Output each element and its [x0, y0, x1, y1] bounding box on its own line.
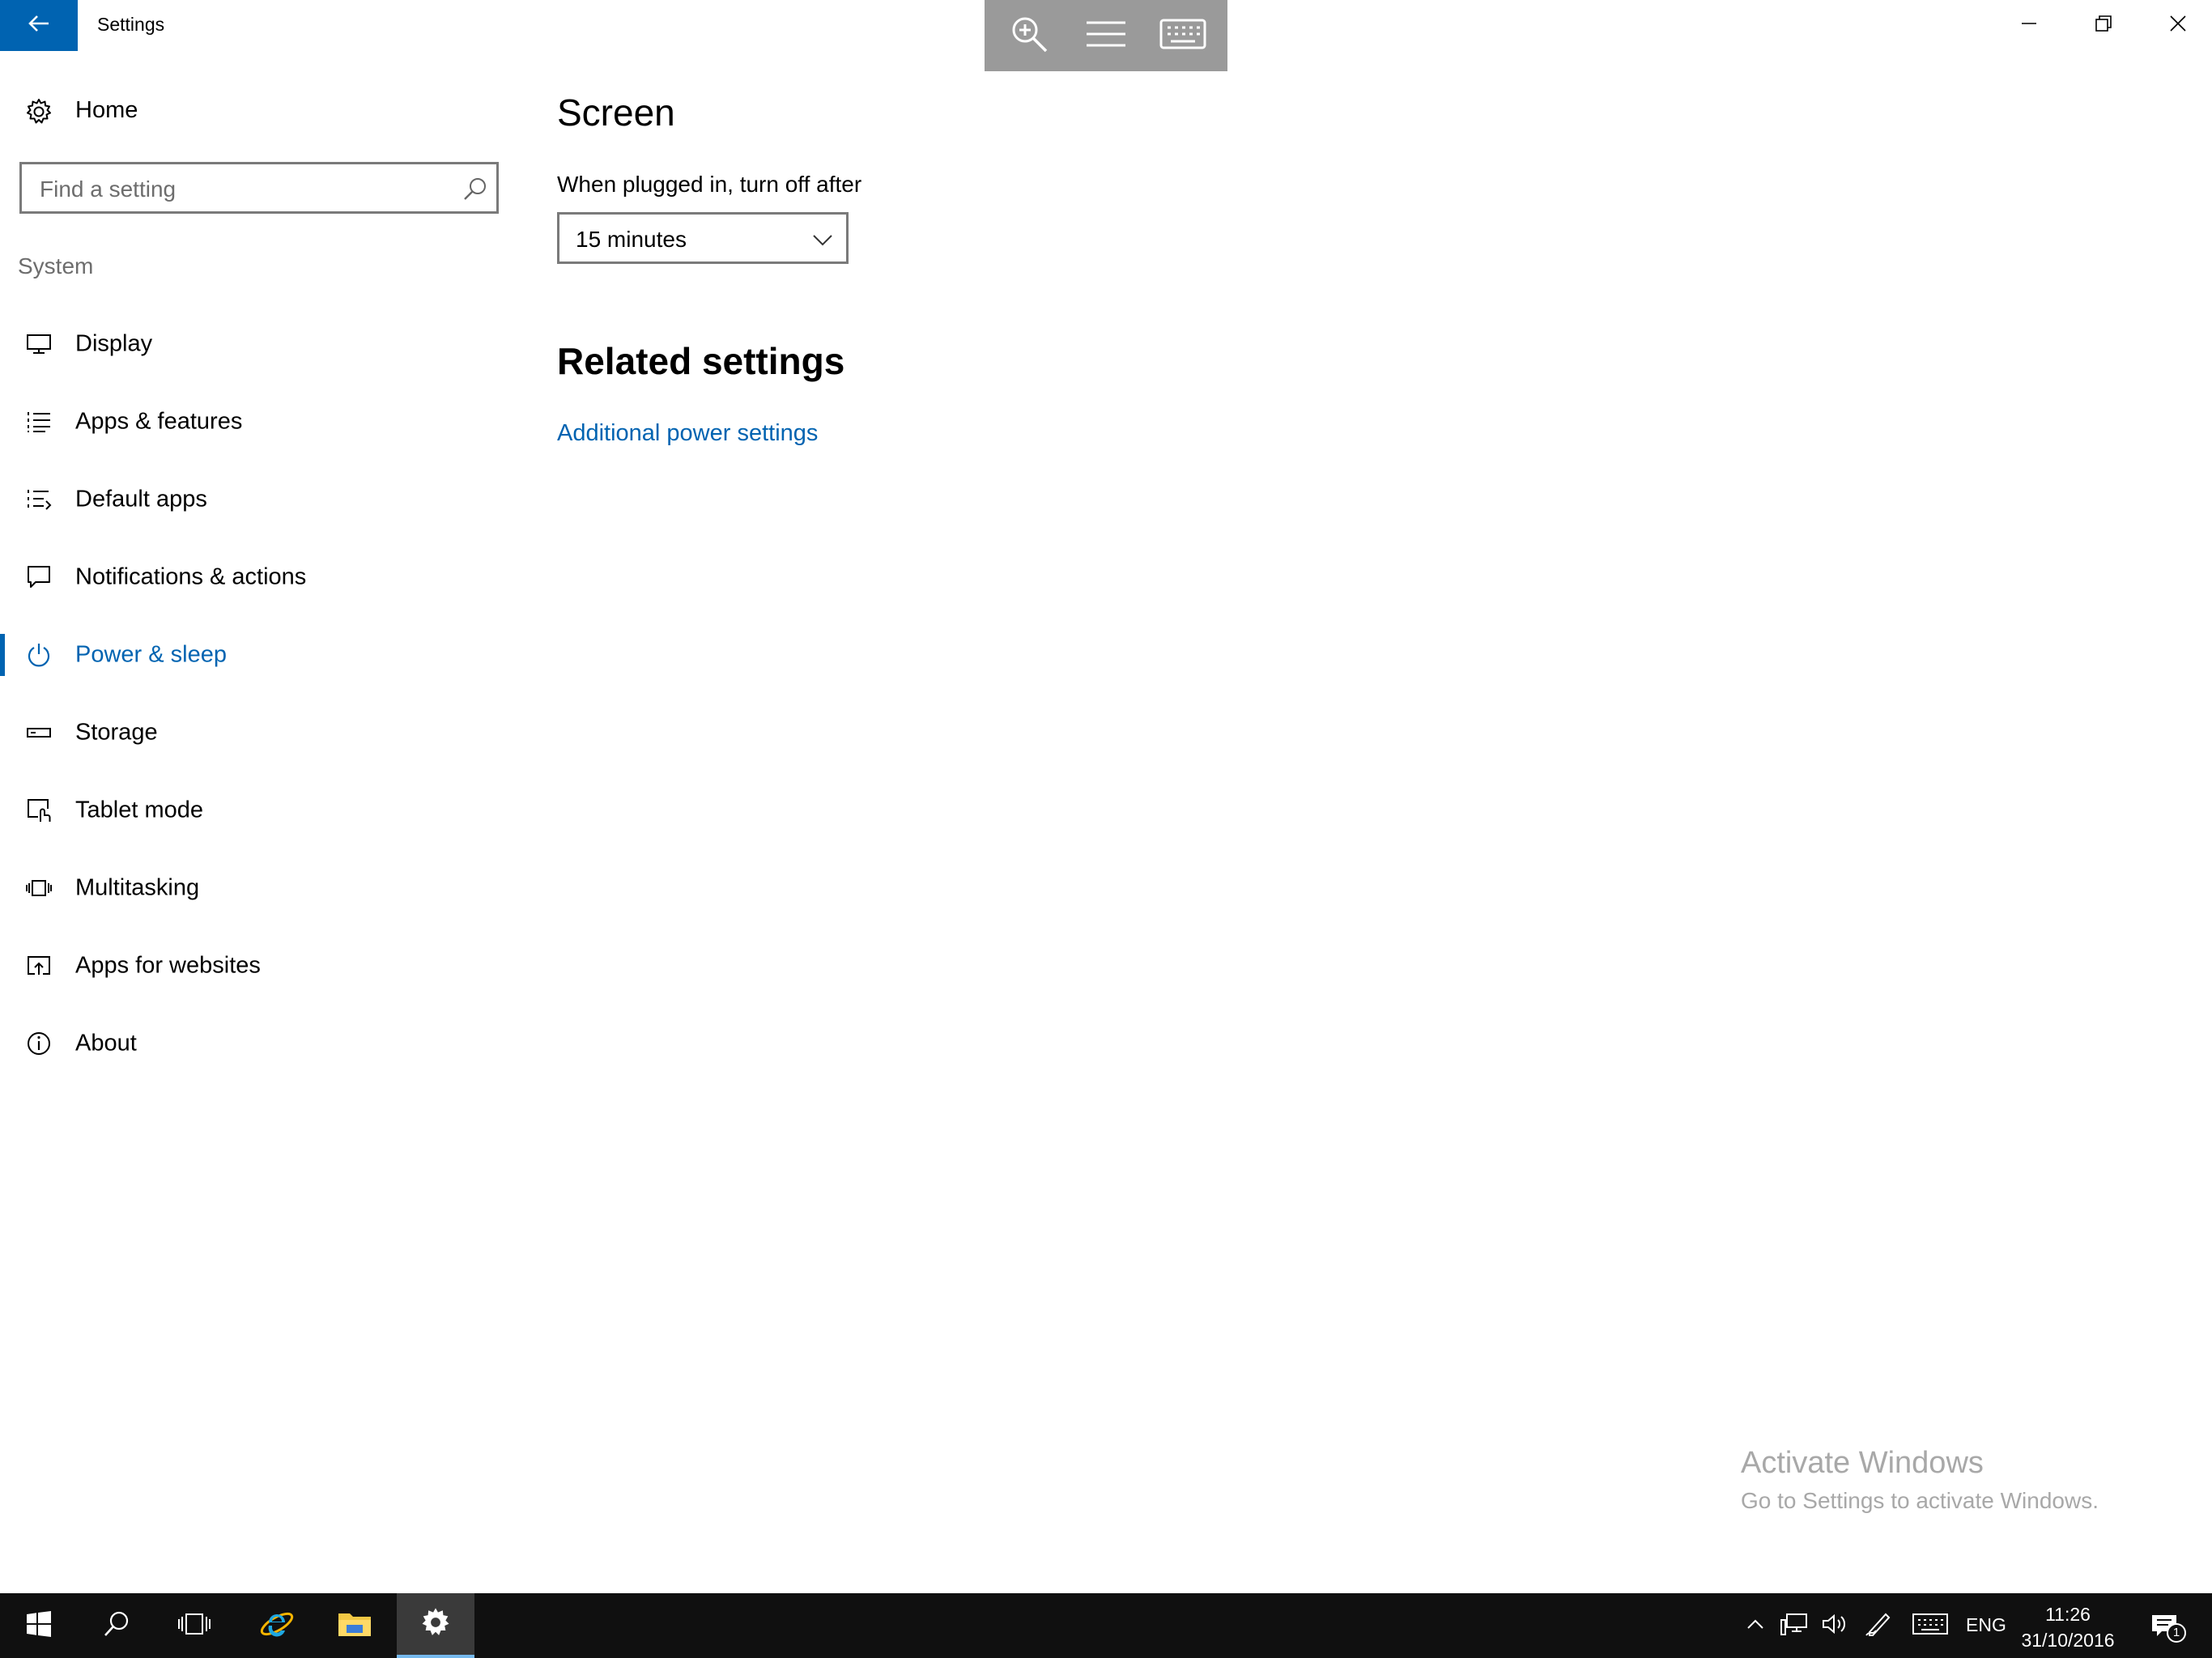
minimize-button[interactable] — [1992, 0, 2066, 51]
network-icon — [1780, 1612, 1809, 1640]
notification-icon: 1 — [2149, 1612, 2186, 1643]
section-heading-screen: Screen — [557, 91, 675, 134]
action-center-button[interactable]: 1 — [2144, 1593, 2186, 1658]
sidebar-item-about[interactable]: About — [0, 1005, 518, 1082]
home-link[interactable]: Home — [0, 87, 518, 136]
gear-icon — [419, 1606, 452, 1643]
file-explorer-button[interactable] — [316, 1593, 393, 1658]
screen-timeout-dropdown[interactable]: 15 minutes — [557, 212, 849, 264]
sidebar-item-label: Apps & features — [75, 408, 243, 435]
sidebar-item-label: Default apps — [75, 486, 207, 512]
notification-count-badge: 1 — [2167, 1623, 2186, 1643]
info-icon — [23, 1027, 55, 1060]
additional-power-settings-link[interactable]: Additional power settings — [557, 420, 818, 447]
keyboard-icon — [1912, 1613, 1949, 1639]
volume-button[interactable] — [1814, 1593, 1856, 1658]
start-button[interactable] — [0, 1593, 78, 1658]
sidebar-item-label: Storage — [75, 719, 158, 746]
section-heading-related: Related settings — [557, 340, 845, 382]
taskbar: ENG 11:26 31/10/2016 1 — [0, 1593, 2212, 1658]
folder-icon — [337, 1609, 372, 1643]
show-hidden-icons-button[interactable] — [1734, 1593, 1776, 1658]
chevron-down-icon — [810, 227, 835, 252]
input-language[interactable]: ENG — [1966, 1614, 2006, 1636]
default-apps-icon — [23, 483, 55, 516]
keyboard-button[interactable] — [1146, 0, 1219, 71]
sidebar-item-label: Power & sleep — [75, 641, 227, 668]
back-arrow-icon — [27, 11, 51, 40]
task-view-icon — [178, 1612, 211, 1640]
keyboard-icon — [1159, 19, 1206, 53]
storage-icon — [23, 716, 55, 749]
activate-windows-subtitle: Go to Settings to activate Windows. — [1741, 1488, 2099, 1513]
restore-icon — [2095, 15, 2112, 36]
task-view-button[interactable] — [155, 1593, 233, 1658]
power-icon — [23, 639, 55, 671]
sidebar-item-notifications[interactable]: Notifications & actions — [0, 538, 518, 616]
sidebar-item-label: Notifications & actions — [75, 563, 307, 590]
sidebar-item-storage[interactable]: Storage — [0, 694, 518, 772]
sidebar-item-multitasking[interactable]: Multitasking — [0, 849, 518, 927]
sidebar-item-apps-features[interactable]: Apps & features — [0, 383, 518, 461]
sidebar-item-tablet-mode[interactable]: Tablet mode — [0, 772, 518, 849]
zoom-in-icon — [1009, 14, 1049, 58]
back-button[interactable] — [0, 0, 78, 51]
pen-workspace-button[interactable] — [1857, 1593, 1899, 1658]
gear-icon — [23, 96, 55, 128]
activate-windows-title: Activate Windows — [1741, 1446, 1984, 1480]
selection-indicator — [0, 634, 5, 676]
windows-logo-icon — [25, 1610, 53, 1642]
monitor-icon — [23, 328, 55, 360]
sidebar-item-label: About — [75, 1030, 137, 1056]
minimize-icon — [2020, 15, 2038, 36]
tablet-mode-icon — [23, 794, 55, 827]
restore-button[interactable] — [2066, 0, 2141, 51]
touch-keyboard-button[interactable] — [1909, 1593, 1951, 1658]
sidebar-item-apps-websites[interactable]: Apps for websites — [0, 927, 518, 1005]
close-icon — [2169, 15, 2187, 36]
message-icon — [23, 561, 55, 593]
menu-button[interactable] — [1070, 0, 1142, 71]
internet-explorer-button[interactable] — [238, 1593, 316, 1658]
search-placeholder: Find a setting — [40, 176, 177, 202]
settings-taskbar-button[interactable] — [397, 1593, 474, 1658]
sidebar-item-display[interactable]: Display — [0, 305, 518, 383]
clock-time: 11:26 — [2045, 1604, 2091, 1625]
clock[interactable]: 11:26 31/10/2016 — [2019, 1601, 2116, 1653]
hamburger-icon — [1085, 19, 1127, 53]
dropdown-value: 15 minutes — [576, 227, 687, 252]
multitasking-icon — [23, 872, 55, 904]
pen-icon — [1865, 1611, 1892, 1641]
sidebar-item-label: Multitasking — [75, 874, 200, 901]
window-title: Settings — [97, 14, 165, 35]
taskbar-search-button[interactable] — [78, 1593, 155, 1658]
sidebar-item-power-sleep[interactable]: Power & sleep — [0, 616, 518, 694]
chevron-up-icon — [1746, 1618, 1765, 1635]
clock-date: 31/10/2016 — [2021, 1630, 2115, 1651]
zoom-button[interactable] — [993, 0, 1066, 71]
open-in-app-icon — [23, 950, 55, 982]
plugged-in-label: When plugged in, turn off after — [557, 172, 862, 197]
close-button[interactable] — [2141, 0, 2212, 51]
speaker-icon — [1821, 1612, 1848, 1640]
search-icon — [103, 1610, 130, 1642]
home-label: Home — [75, 97, 138, 123]
search-icon — [462, 176, 488, 202]
sidebar-item-label: Display — [75, 330, 153, 357]
sidebar-item-label: Tablet mode — [75, 797, 203, 823]
touch-toolbar — [985, 0, 1227, 71]
internet-explorer-icon — [258, 1605, 296, 1647]
sidebar-item-default-apps[interactable]: Default apps — [0, 461, 518, 538]
search-input[interactable]: Find a setting — [19, 162, 499, 214]
list-icon — [23, 406, 55, 438]
network-button[interactable] — [1773, 1593, 1815, 1658]
sidebar-item-label: Apps for websites — [75, 952, 261, 979]
section-label-system: System — [18, 253, 94, 278]
